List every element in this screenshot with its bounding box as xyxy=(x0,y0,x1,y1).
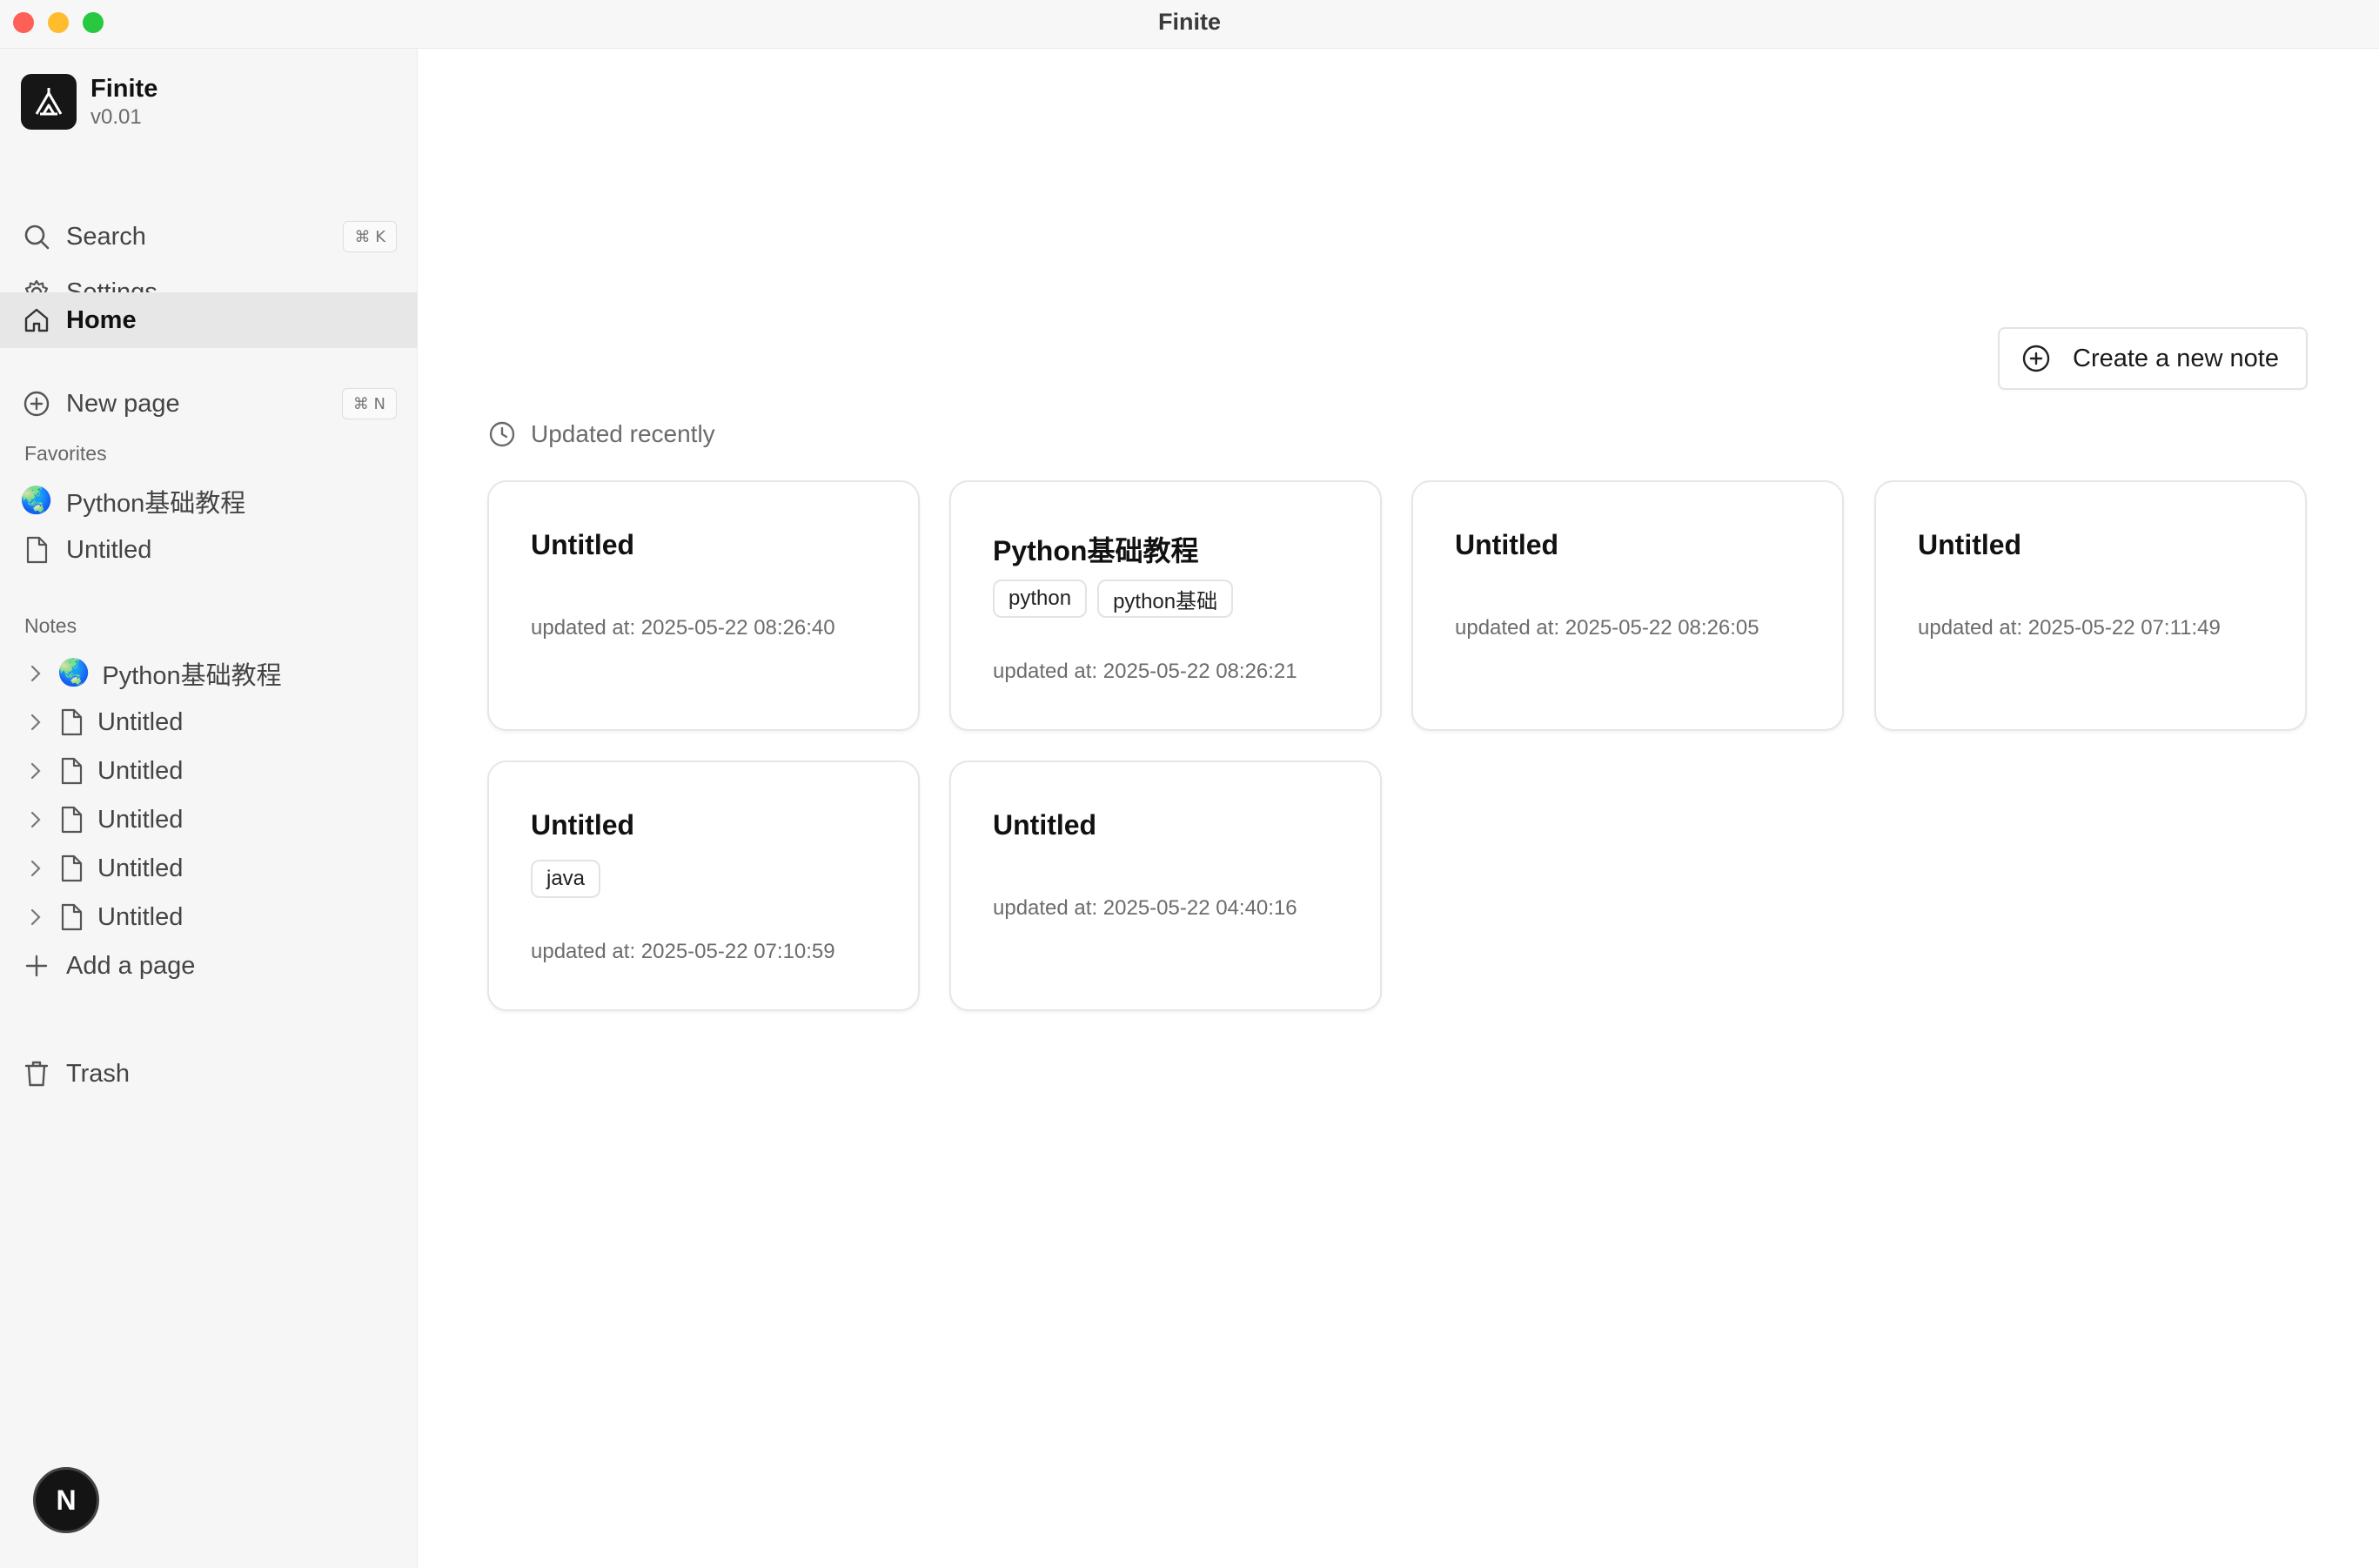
add-page-button[interactable]: Add a page xyxy=(0,941,418,990)
tag-chip[interactable]: python xyxy=(993,580,1088,618)
nav-home-label: Home xyxy=(66,305,137,334)
recent-heading: Updated recently xyxy=(487,419,715,449)
note-card-updated: updated at: 2025-05-22 08:26:21 xyxy=(993,660,1297,683)
trash-icon xyxy=(21,1058,52,1089)
plus-circle-icon xyxy=(21,388,52,419)
nav-search[interactable]: Search ⌘ K xyxy=(0,209,418,265)
home-icon xyxy=(21,305,52,336)
note-tree-item[interactable]: Untitled xyxy=(0,795,418,844)
file-icon xyxy=(59,757,84,785)
note-tree-label: Untitled xyxy=(97,707,184,736)
note-card[interactable]: Untitled updated at: 2025-05-22 08:26:05 xyxy=(1411,480,1844,731)
sidebar: Finite v0.01 Search ⌘ K Settings Home Ne… xyxy=(0,49,418,1568)
recent-heading-label: Updated recently xyxy=(531,420,715,447)
note-tree-label: Untitled xyxy=(97,805,184,834)
note-card-title: Untitled xyxy=(993,809,1097,841)
note-card-title: Untitled xyxy=(531,529,635,560)
clock-icon xyxy=(487,419,517,449)
app-logo xyxy=(21,74,77,130)
note-card-updated: updated at: 2025-05-22 08:26:05 xyxy=(1455,616,1759,640)
tag-chip[interactable]: python基础 xyxy=(1097,580,1234,618)
user-avatar[interactable]: N xyxy=(33,1467,99,1533)
chevron-right-icon[interactable] xyxy=(23,761,49,781)
brand[interactable]: Finite v0.01 xyxy=(21,73,157,131)
note-card-updated: updated at: 2025-05-22 07:10:59 xyxy=(531,940,835,963)
create-note-label: Create a new note xyxy=(2073,344,2279,372)
nav-new-page[interactable]: New page ⌘ N xyxy=(0,376,418,432)
note-tree-item[interactable]: Untitled xyxy=(0,747,418,795)
title-bar: Finite xyxy=(0,0,2379,49)
nav-new-page-label: New page xyxy=(66,389,180,418)
window-title: Finite xyxy=(1158,9,1221,35)
file-icon xyxy=(59,854,84,882)
note-card[interactable]: Untitled updated at: 2025-05-22 04:40:16 xyxy=(949,761,1382,1011)
note-card-tags: java xyxy=(531,860,611,898)
file-icon xyxy=(59,903,84,931)
note-card-title: Python基础教程 xyxy=(993,535,1199,566)
chevron-right-icon[interactable] xyxy=(23,908,49,927)
chevron-right-icon[interactable] xyxy=(23,810,49,829)
note-card-title: Untitled xyxy=(1455,529,1559,560)
note-card-title: Untitled xyxy=(531,809,635,841)
plus-icon xyxy=(21,950,52,982)
note-card-title: Untitled xyxy=(1918,529,2022,560)
favorite-item-label: Python基础教程 xyxy=(66,490,246,518)
note-tree-label: Untitled xyxy=(97,854,184,882)
add-page-label: Add a page xyxy=(66,951,196,980)
note-tree-label: Untitled xyxy=(97,756,184,785)
favorites-heading: Favorites xyxy=(24,442,107,465)
file-icon xyxy=(59,806,84,834)
tent-logo-icon xyxy=(35,88,63,116)
file-icon xyxy=(59,708,84,736)
note-tree-item[interactable]: Untitled xyxy=(0,893,418,941)
search-icon xyxy=(21,221,52,252)
note-card[interactable]: Untitled updated at: 2025-05-22 08:26:40 xyxy=(487,480,920,731)
globe-icon: 🌏 xyxy=(20,486,53,515)
tag-chip[interactable]: java xyxy=(531,860,601,898)
notes-heading: Notes xyxy=(24,614,77,637)
note-card[interactable]: Python基础教程 python python基础 updated at: 2… xyxy=(949,480,1382,731)
note-card[interactable]: Untitled java updated at: 2025-05-22 07:… xyxy=(487,761,920,1011)
new-page-shortcut: ⌘ N xyxy=(341,388,397,419)
app-name: Finite xyxy=(90,75,158,103)
create-note-button[interactable]: Create a new note xyxy=(1998,327,2308,390)
favorite-item[interactable]: Untitled xyxy=(0,526,418,574)
note-tree-item[interactable]: 🌏 Python基础教程 xyxy=(0,649,418,698)
note-tree-label: Untitled xyxy=(97,902,184,931)
favorite-item[interactable]: 🌏 Python基础教程 xyxy=(0,477,418,526)
chevron-right-icon[interactable] xyxy=(23,713,49,732)
nav-trash-label: Trash xyxy=(66,1059,131,1088)
plus-circle-icon xyxy=(2020,343,2052,374)
app-version: v0.01 xyxy=(90,105,142,129)
nav-search-label: Search xyxy=(66,222,146,251)
note-card-updated: updated at: 2025-05-22 04:40:16 xyxy=(993,896,1297,920)
file-icon xyxy=(21,534,52,566)
note-card-updated: updated at: 2025-05-22 08:26:40 xyxy=(531,616,835,640)
note-tree-item[interactable]: Untitled xyxy=(0,844,418,893)
note-card[interactable]: Untitled updated at: 2025-05-22 07:11:49 xyxy=(1874,480,2307,731)
globe-icon: 🌏 xyxy=(57,659,90,687)
nav-home[interactable]: Home xyxy=(0,292,418,348)
search-shortcut: ⌘ K xyxy=(343,221,397,252)
note-tree-item[interactable]: Untitled xyxy=(0,698,418,747)
chevron-right-icon[interactable] xyxy=(23,664,49,683)
note-card-updated: updated at: 2025-05-22 07:11:49 xyxy=(1918,616,2221,640)
nav-trash[interactable]: Trash xyxy=(0,1049,418,1098)
note-tree-label: Python基础教程 xyxy=(102,662,282,690)
main-content: Create a new note Updated recently Untit… xyxy=(419,49,2379,1568)
note-card-tags: python python基础 xyxy=(993,580,1243,618)
chevron-right-icon[interactable] xyxy=(23,859,49,878)
favorite-item-label: Untitled xyxy=(66,535,152,564)
